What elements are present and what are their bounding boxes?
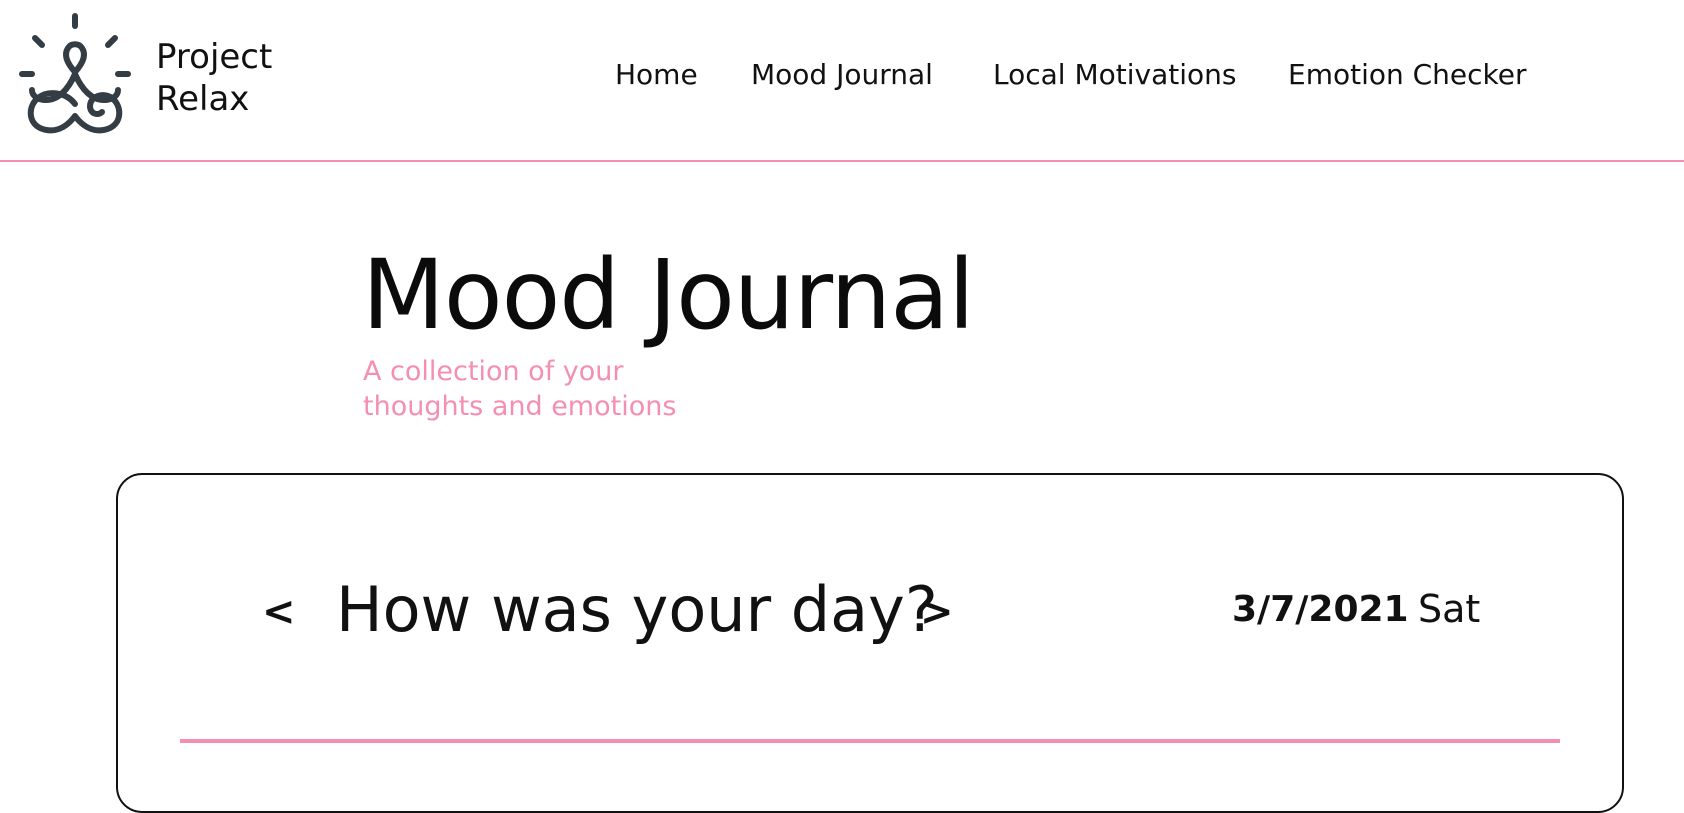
page-subtitle-line-2: thoughts and emotions [363,391,677,422]
nav-local-motivations[interactable]: Local Motivations [993,58,1236,98]
page-title: Mood Journal [362,239,975,351]
nav-mood-journal[interactable]: Mood Journal [751,58,933,98]
page-subtitle-line-1: A collection of your [363,356,624,387]
journal-weekday: Sat [1418,587,1481,631]
journal-divider [180,739,1560,743]
page-subtitle: A collection of your thoughts and emotio… [363,354,723,424]
site-header: Project Relax Home Mood Journal Local Mo… [0,0,1684,162]
meditation-figure-icon[interactable] [18,12,134,140]
next-day-button[interactable]: > [920,590,954,634]
journal-question: How was your day? [336,573,938,646]
nav-home[interactable]: Home [615,58,698,98]
journal-date: 3/7/2021 [1232,589,1409,630]
brand-line-1: Project [156,37,273,77]
nav-emotion-checker[interactable]: Emotion Checker [1288,58,1527,98]
brand-line-2: Relax [156,79,250,119]
previous-day-button[interactable]: < [262,590,296,634]
brand-name[interactable]: Project Relax [156,36,272,120]
